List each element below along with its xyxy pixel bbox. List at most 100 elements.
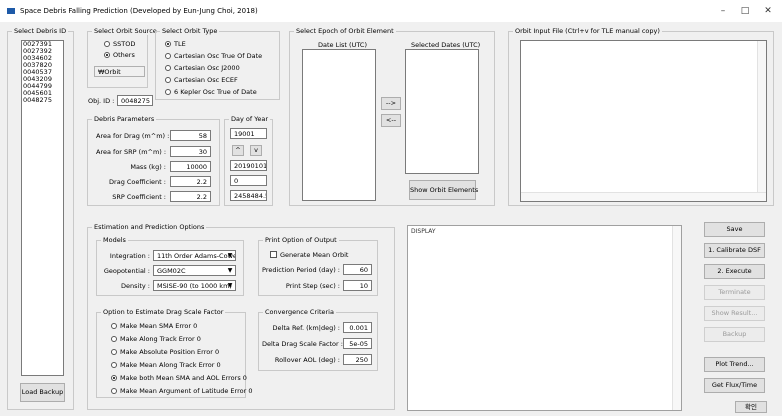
radio-mean-along-track-label: Make Mean Along Track Error 0	[120, 361, 221, 369]
radio-kepler-label: 6 Kepler Osc True of Date	[174, 88, 257, 96]
radio-others[interactable]	[104, 52, 110, 58]
add-date-button[interactable]: -->	[381, 97, 401, 110]
debris-id-list[interactable]: 0027391 0027392 0034602 0037820 0040537 …	[21, 40, 64, 376]
geopotential-value: GGM02C	[157, 267, 186, 275]
area-drag-field[interactable]: 58	[170, 130, 211, 141]
area-srp-label: Area for SRP (m^m) :	[96, 148, 167, 156]
radio-others-label: Others	[113, 51, 135, 59]
display-area[interactable]: DISPLAY	[407, 225, 682, 411]
selected-dates-label: Selected Dates (UTC)	[411, 41, 481, 49]
estimation-label: Estimation and Prediction Options	[92, 223, 207, 231]
mean-orbit-checkbox[interactable]	[270, 251, 277, 258]
radio-cartesian-j2000[interactable]	[165, 65, 171, 71]
density-label: Density :	[121, 282, 150, 290]
orbit-input-label: Orbit Input File (Ctrl+v for TLE manual …	[513, 27, 662, 35]
selected-dates-list[interactable]	[405, 49, 479, 174]
julian-date-field[interactable]: 2458484.5	[230, 190, 267, 201]
time-field[interactable]: 0	[230, 175, 267, 186]
mass-label: Mass (kg) :	[130, 163, 166, 171]
radio-cartesian-ecef-label: Cartesian Osc ECEF	[174, 76, 238, 84]
print-step-field[interactable]: 10	[343, 280, 372, 291]
ok-button[interactable]: 확인	[735, 401, 767, 413]
radio-sma-and-aol-label: Make both Mean SMA and AOL Errors 0	[120, 374, 247, 382]
delta-ref-label: Delta Ref. (km|deg) :	[272, 324, 340, 332]
plot-trend-button[interactable]: Plot Trend...	[704, 357, 765, 372]
area-srp-field[interactable]: 30	[170, 146, 211, 157]
show-result-button[interactable]: Show Result...	[704, 306, 765, 321]
geopotential-label: Geopotential :	[103, 267, 150, 275]
geopotential-select[interactable]: GGM02C ▼	[153, 265, 236, 276]
vertical-scrollbar[interactable]	[757, 41, 766, 193]
radio-sstod-label: SSTOD	[113, 40, 136, 48]
obj-id-field[interactable]: 0048275	[117, 95, 153, 106]
mass-field[interactable]: 10000	[170, 161, 211, 172]
radio-cartesian-j2000-label: Cartesian Osc J2000	[174, 64, 240, 72]
print-step-label: Print Step (sec) :	[285, 282, 340, 290]
radio-along-track[interactable]	[111, 336, 117, 342]
radio-kepler[interactable]	[165, 89, 171, 95]
debris-id-label: Select Debris ID	[12, 27, 69, 35]
drag-coeff-field[interactable]: 2.2	[170, 176, 211, 187]
vertical-scrollbar[interactable]	[672, 226, 681, 410]
orbit-type-label: Select Orbit Type	[160, 27, 220, 35]
day-up-button[interactable]: ^	[232, 145, 244, 156]
density-select[interactable]: MSISE-90 (to 1000 km) ▼	[153, 280, 236, 291]
show-orbit-elements-button[interactable]: Show Orbit Elements	[409, 180, 478, 200]
day-of-year-field[interactable]: 19001	[230, 128, 267, 139]
epoch-label: Select Epoch of Orbit Element	[294, 27, 396, 35]
radio-cartesian-tod-label: Cartesian Osc True Of Date	[174, 52, 263, 60]
radio-cartesian-tod[interactable]	[165, 53, 171, 59]
integration-value: 11th Order Adams-Cowe	[157, 252, 236, 260]
radio-absolute-position[interactable]	[111, 349, 117, 355]
radio-cartesian-ecef[interactable]	[165, 77, 171, 83]
radio-sma-and-aol[interactable]	[111, 375, 117, 381]
chevron-down-icon: ▼	[227, 282, 233, 289]
title-bar: Space Debris Falling Prediction (Develop…	[0, 0, 782, 22]
list-item[interactable]: 0048275	[22, 97, 63, 104]
prediction-period-field[interactable]: 60	[343, 264, 372, 275]
save-button[interactable]: Save	[704, 222, 765, 237]
obj-id-label: Obj. ID :	[88, 97, 115, 105]
orbit-input-textarea[interactable]	[520, 40, 767, 202]
drag-coeff-label: Drag Coefficient :	[109, 178, 166, 186]
maximize-button[interactable]: □	[734, 4, 756, 18]
radio-mean-aol[interactable]	[111, 388, 117, 394]
radio-sstod[interactable]	[104, 41, 110, 47]
day-down-button[interactable]: v	[250, 145, 262, 156]
radio-along-track-label: Make Along Track Error 0	[120, 335, 201, 343]
mean-orbit-label: Generate Mean Orbit	[280, 251, 349, 259]
date-field[interactable]: 20190101	[230, 160, 267, 171]
load-backup-button[interactable]: Load Backup	[20, 383, 65, 402]
delta-drag-field[interactable]: 5e-05	[343, 338, 372, 349]
display-text: DISPLAY	[411, 228, 436, 235]
close-button[interactable]: ✕	[757, 4, 779, 18]
radio-mean-sma-label: Make Mean SMA Error 0	[120, 322, 198, 330]
radio-tle[interactable]	[165, 41, 171, 47]
rollover-aol-field[interactable]: 250	[343, 354, 372, 365]
radio-mean-sma[interactable]	[111, 323, 117, 329]
calibrate-dsf-button[interactable]: 1. Calibrate DSF	[704, 243, 765, 258]
delta-ref-field[interactable]: 0.001	[343, 322, 372, 333]
debris-params-label: Debris Parameters	[92, 115, 157, 123]
integration-label: Integration :	[109, 252, 150, 260]
delta-drag-label: Delta Drag Scale Factor :	[262, 340, 343, 348]
date-list-label: Date List (UTC)	[318, 41, 367, 49]
prediction-period-label: Prediction Period (day) :	[262, 266, 340, 274]
area-drag-label: Area for Drag (m^m) :	[96, 132, 170, 140]
radio-mean-along-track[interactable]	[111, 362, 117, 368]
chevron-down-icon: ▼	[227, 252, 233, 259]
convergence-label: Convergence Criteria	[263, 308, 336, 316]
chevron-down-icon: ▼	[227, 267, 233, 274]
terminate-button[interactable]: Terminate	[704, 285, 765, 300]
srp-coeff-field[interactable]: 2.2	[170, 191, 211, 202]
integration-select[interactable]: 11th Order Adams-Cowe ▼	[153, 250, 236, 261]
get-flux-time-button[interactable]: Get Flux/Time	[704, 378, 765, 393]
date-list[interactable]	[302, 49, 376, 201]
minimize-button[interactable]: –	[712, 4, 734, 18]
remove-date-button[interactable]: <--	[381, 114, 401, 127]
backup-button[interactable]: Backup	[704, 327, 765, 342]
execute-button[interactable]: 2. Execute	[704, 264, 765, 279]
horizontal-scrollbar[interactable]	[521, 192, 766, 201]
radio-absolute-position-label: Make Absolute Position Error 0	[120, 348, 220, 356]
srp-coeff-label: SRP Coefficient :	[112, 193, 166, 201]
